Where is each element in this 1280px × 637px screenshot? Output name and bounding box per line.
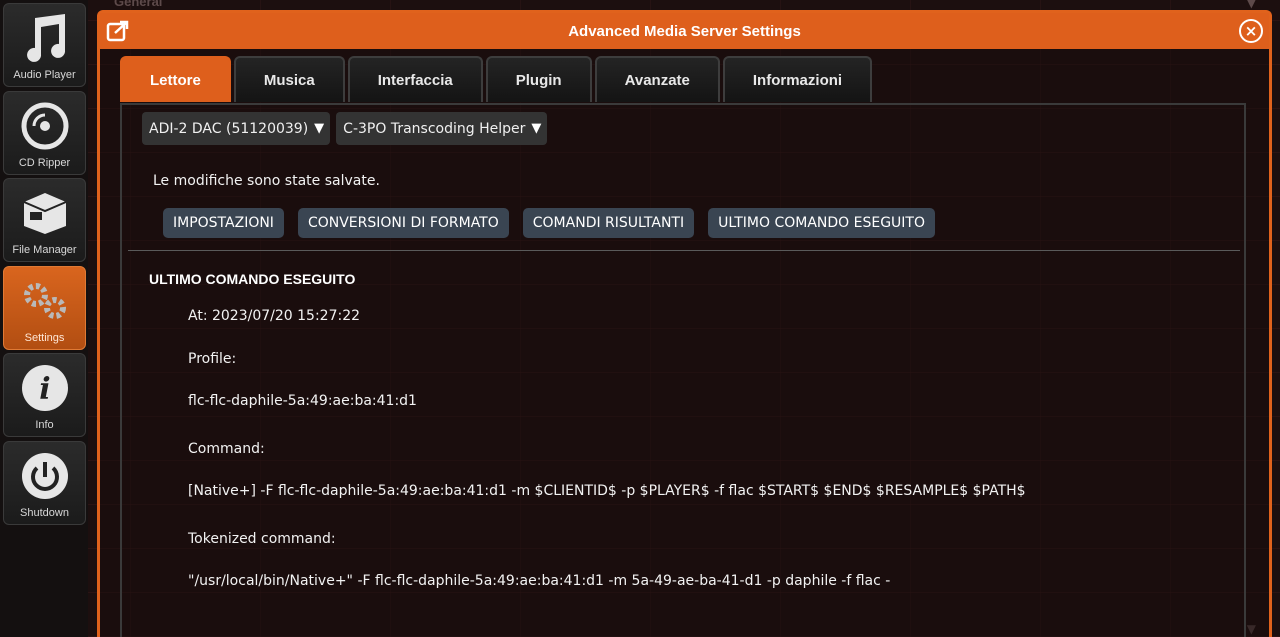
external-window-icon[interactable]: [106, 19, 130, 43]
tab-avanzate[interactable]: Avanzate: [594, 56, 720, 102]
sidebar-item-label: Settings: [24, 332, 65, 344]
comandi-risultanti-button[interactable]: COMANDI RISULTANTI: [522, 208, 695, 238]
disc-icon: [18, 99, 72, 153]
ultimo-comando-eseguito-button[interactable]: ULTIMO COMANDO ESEGUITO: [708, 208, 936, 238]
close-icon[interactable]: ×: [1239, 19, 1263, 43]
tab-interfaccia[interactable]: Interfaccia: [347, 56, 483, 102]
sidebar-item-shutdown[interactable]: Shutdown: [3, 441, 86, 525]
tab-panel: ADI-2 DAC (51120039) ▼ C-3PO Transcoding…: [120, 103, 1246, 637]
info-icon: i: [18, 361, 72, 415]
sidebar-item-label: File Manager: [12, 244, 77, 256]
executed-at-text: At: 2023/07/20 15:27:22: [188, 308, 361, 324]
tokenized-command-value: "/usr/local/bin/Native+" -F flc-flc-daph…: [188, 573, 891, 589]
tab-bar: Lettore Musica Interfaccia Plugin Avanza…: [120, 56, 873, 104]
player-select[interactable]: ADI-2 DAC (51120039) ▼: [142, 112, 331, 145]
selector-row: ADI-2 DAC (51120039) ▼ C-3PO Transcoding…: [142, 112, 548, 145]
tab-informazioni[interactable]: Informazioni: [722, 56, 873, 102]
sidebar-item-settings[interactable]: Settings: [3, 266, 86, 350]
sidebar-item-label: Shutdown: [20, 507, 69, 519]
power-icon: [18, 449, 72, 503]
player-select-value: ADI-2 DAC (51120039): [149, 120, 309, 137]
section-title: ULTIMO COMANDO ESEGUITO: [149, 271, 356, 287]
profile-label: Profile:: [188, 351, 237, 367]
sidebar-item-label: CD Ripper: [18, 157, 71, 169]
tab-lettore[interactable]: Lettore: [120, 56, 231, 102]
sidebar-item-label: Audio Player: [13, 69, 76, 81]
plugin-select-value: C-3PO Transcoding Helper: [343, 120, 526, 137]
sidebar-item-audio-player[interactable]: Audio Player: [3, 3, 86, 87]
command-label: Command:: [188, 441, 265, 457]
chevron-down-icon: ▼: [531, 121, 542, 136]
tokenized-command-label: Tokenized command:: [188, 531, 336, 547]
divider: [128, 250, 1240, 251]
dialog-titlebar: Advanced Media Server Settings ×: [100, 13, 1269, 49]
music-note-icon: [18, 11, 72, 65]
box-icon: [18, 186, 72, 240]
sidebar-item-file-manager[interactable]: File Manager: [3, 178, 86, 262]
profile-value: flc-flc-daphile-5a:49:ae:ba:41:d1: [188, 393, 417, 409]
conversioni-di-formato-button[interactable]: CONVERSIONI DI FORMATO: [297, 208, 509, 238]
tab-plugin[interactable]: Plugin: [485, 56, 592, 102]
impostazioni-button[interactable]: IMPOSTAZIONI: [163, 208, 284, 238]
settings-dialog: Advanced Media Server Settings × Lettore…: [97, 10, 1272, 637]
dialog-title: Advanced Media Server Settings: [568, 22, 801, 40]
chevron-down-icon: ▼: [314, 121, 325, 136]
saved-status-message: Le modifiche sono state salvate.: [153, 173, 380, 189]
svg-text:i: i: [39, 372, 50, 407]
sub-button-row: IMPOSTAZIONI CONVERSIONI DI FORMATO COMA…: [163, 208, 936, 238]
sidebar-item-label: Info: [35, 419, 54, 431]
tab-musica[interactable]: Musica: [233, 56, 345, 102]
plugin-select[interactable]: C-3PO Transcoding Helper ▼: [336, 112, 548, 145]
gears-icon: [18, 274, 72, 328]
sidebar-item-info[interactable]: i Info: [3, 353, 86, 437]
underlay-chevron-down-icon: ▼: [1246, 0, 1256, 10]
sidebar-item-cd-ripper[interactable]: CD Ripper: [3, 91, 86, 175]
underlay-section-title: General: [114, 0, 163, 9]
command-value: [Native+] -F flc-flc-daphile-5a:49:ae:ba…: [188, 483, 1026, 499]
sidebar: Audio Player CD Ripper File Manager Sett…: [0, 0, 88, 637]
